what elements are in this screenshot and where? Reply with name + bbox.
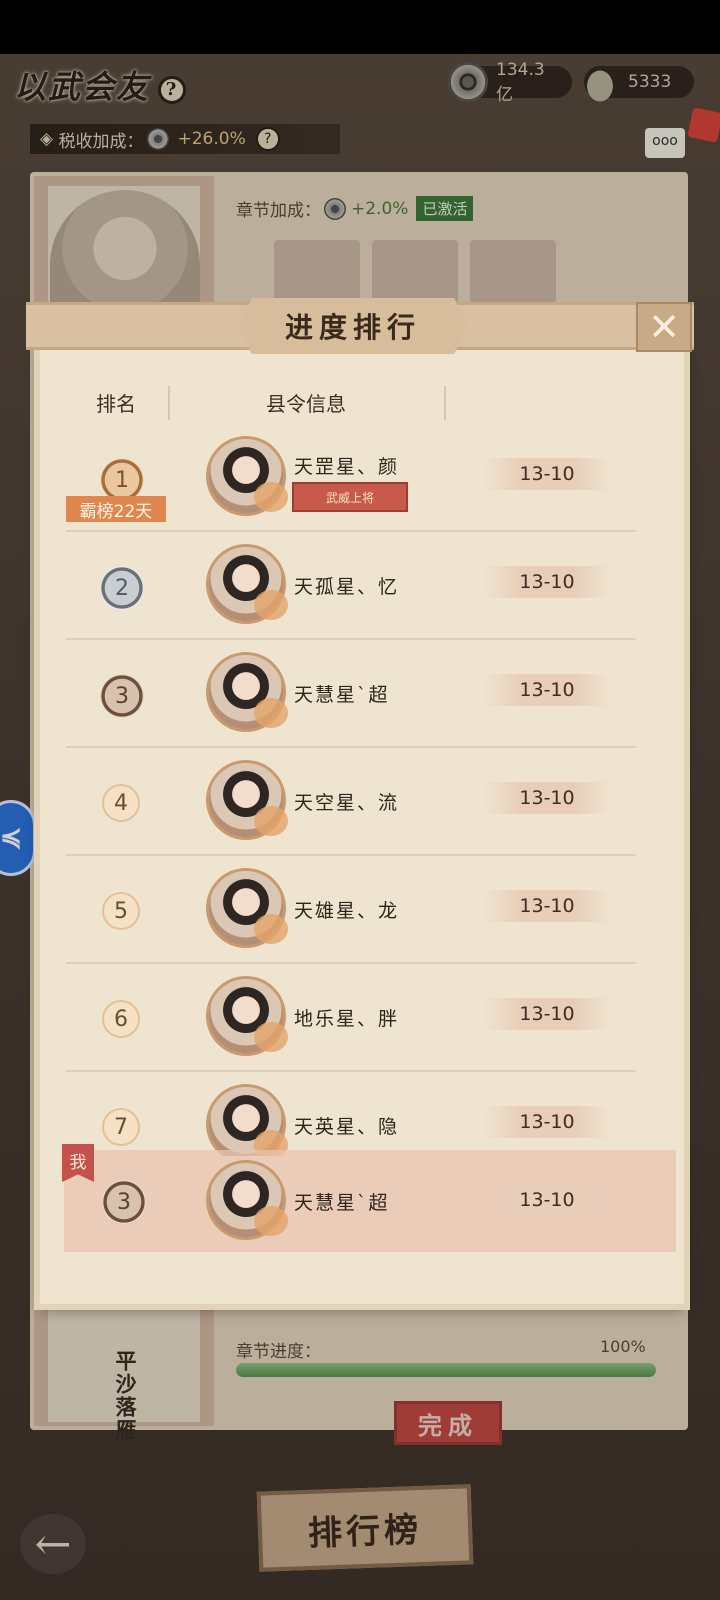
col-rank-header: 排名 bbox=[96, 392, 136, 416]
player-progress: 13-10 bbox=[484, 890, 610, 922]
rank-medal: 2 bbox=[100, 566, 144, 610]
player-progress: 13-10 bbox=[484, 566, 610, 598]
companion-icon bbox=[254, 914, 288, 944]
player-progress: 13-10 bbox=[484, 1106, 610, 1138]
player-name: 天空星、流 bbox=[294, 792, 400, 814]
ranking-row[interactable]: 6 地乐星、胖 13-10 bbox=[66, 964, 636, 1072]
ranking-list: 1 霸榜22天 天罡星、颜 武威上将 13-10 2 天孤星、忆 13-10 3… bbox=[66, 424, 636, 1156]
companion-icon bbox=[254, 806, 288, 836]
player-name: 地乐星、胖 bbox=[294, 1008, 400, 1030]
companion-icon bbox=[254, 1022, 288, 1052]
companion-icon bbox=[254, 698, 288, 728]
player-progress: 13-10 bbox=[484, 458, 610, 490]
ranking-row[interactable]: 4 天空星、流 13-10 bbox=[66, 748, 636, 856]
player-progress: 13-10 bbox=[484, 782, 610, 814]
rank-medal: 3 bbox=[100, 674, 144, 718]
rank-medal: 4 bbox=[102, 784, 140, 822]
column-divider bbox=[444, 386, 446, 420]
ranking-row[interactable]: 5 天雄星、龙 13-10 bbox=[66, 856, 636, 964]
player-progress: 13-10 bbox=[484, 674, 610, 706]
player-name: 天孤星、忆 bbox=[294, 576, 400, 598]
streak-tag: 霸榜22天 bbox=[66, 496, 166, 522]
companion-icon bbox=[254, 590, 288, 620]
player-name: 天英星、隐 bbox=[294, 1116, 400, 1138]
ranking-row[interactable]: 1 霸榜22天 天罡星、颜 武威上将 13-10 bbox=[66, 424, 636, 532]
title-banner: 武威上将 bbox=[292, 482, 408, 512]
rank-medal: 3 bbox=[102, 1180, 146, 1224]
player-name: 天罡星、颜 bbox=[294, 456, 400, 478]
player-progress: 13-10 bbox=[484, 998, 610, 1030]
rank-medal: 5 bbox=[102, 892, 140, 930]
player-name: 天慧星`超 bbox=[294, 684, 390, 706]
col-info-header: 县令信息 bbox=[266, 392, 346, 416]
ranking-row[interactable]: 2 天孤星、忆 13-10 bbox=[66, 532, 636, 640]
player-name: 天慧星`超 bbox=[294, 1192, 390, 1214]
companion-icon bbox=[254, 1206, 288, 1236]
status-bar bbox=[0, 0, 720, 54]
companion-icon bbox=[254, 482, 288, 512]
rank-medal: 6 bbox=[102, 1000, 140, 1038]
modal-title: 进度排行 bbox=[238, 298, 468, 354]
player-progress: 13-10 bbox=[484, 1184, 610, 1216]
app-root: 以武会友? 134.3亿 5333 ◈ 税收加成： +26.0% ? ooo 章… bbox=[0, 0, 720, 1600]
ranking-row[interactable]: 3 天慧星`超 13-10 bbox=[66, 640, 636, 748]
rank-medal: 7 bbox=[102, 1108, 140, 1146]
my-ranking-row[interactable]: 3 天慧星`超 13-10 bbox=[64, 1150, 676, 1252]
ranking-row[interactable]: 7 天英星、隐 13-10 bbox=[66, 1072, 636, 1156]
column-divider bbox=[168, 386, 170, 420]
player-name: 天雄星、龙 bbox=[294, 900, 400, 922]
close-icon[interactable]: ✕ bbox=[636, 302, 692, 352]
